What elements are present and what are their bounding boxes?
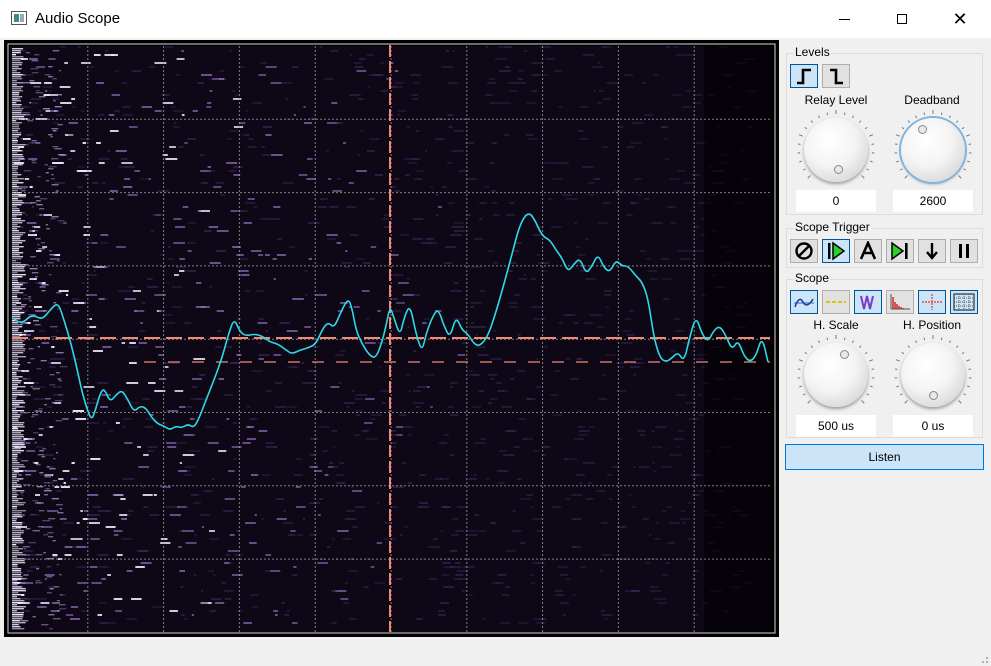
scope-canvas[interactable] xyxy=(4,40,779,637)
spectrum-mode-button[interactable] xyxy=(886,290,914,314)
scope-trigger-title: Scope Trigger xyxy=(794,220,871,234)
control-panel: Levels Relay Level 0 Deadband 2600 Scope… xyxy=(779,40,991,640)
letter-a-icon xyxy=(859,241,877,260)
falling-edge-icon xyxy=(830,68,843,85)
grid-icon xyxy=(953,293,975,311)
trigger-off-button[interactable] xyxy=(790,239,818,263)
scope-title: Scope xyxy=(794,271,831,285)
h-scale-label: H. Scale xyxy=(813,318,859,332)
maximize-button[interactable] xyxy=(873,0,931,38)
minimize-button[interactable] xyxy=(815,0,873,38)
h-scale-knob-indicator xyxy=(840,350,849,359)
falling-edge-button[interactable] xyxy=(822,64,850,88)
close-icon: ✕ xyxy=(952,9,968,29)
h-scale-value[interactable]: 500 us xyxy=(796,415,876,437)
waveform-mode-button[interactable] xyxy=(790,290,818,314)
trigger-single-button[interactable] xyxy=(886,239,914,263)
app-icon xyxy=(11,11,27,25)
trigger-auto-button[interactable] xyxy=(854,239,882,263)
no-symbol-icon xyxy=(795,242,813,260)
title-bar: Audio Scope ✕ xyxy=(0,0,991,38)
waterfall-mode-button[interactable] xyxy=(854,290,882,314)
crosshair-icon xyxy=(922,294,942,310)
deadband-value[interactable]: 2600 xyxy=(893,190,973,212)
trigger-line-icon xyxy=(826,301,846,303)
trigger-line-mode-button[interactable] xyxy=(822,290,850,314)
play-bar-icon xyxy=(828,241,846,261)
trigger-normal-button[interactable] xyxy=(822,239,850,263)
listen-button[interactable]: Listen xyxy=(785,444,984,470)
h-position-label: H. Position xyxy=(902,318,962,332)
spectrum-icon xyxy=(890,294,910,310)
relay-level-knob-indicator xyxy=(834,165,843,174)
resize-grip-icon[interactable] xyxy=(979,654,989,664)
deadband-label: Deadband xyxy=(904,93,960,107)
trigger-pause-button[interactable] xyxy=(950,239,978,263)
h-position-knob-indicator xyxy=(929,391,938,400)
close-button[interactable]: ✕ xyxy=(931,0,989,38)
deadband-knob[interactable] xyxy=(901,118,965,182)
deadband-knob-indicator xyxy=(918,125,927,134)
h-position-knob[interactable] xyxy=(901,343,965,407)
window-title: Audio Scope xyxy=(35,10,121,27)
levels-title: Levels xyxy=(794,45,831,59)
relay-level-value[interactable]: 0 xyxy=(796,190,876,212)
waveform-icon xyxy=(794,298,814,308)
play-end-icon xyxy=(891,241,908,261)
maximize-icon xyxy=(897,14,907,24)
rising-edge-button[interactable] xyxy=(790,64,818,88)
relay-level-label: Relay Level xyxy=(804,93,868,107)
h-scale-knob[interactable] xyxy=(804,343,868,407)
relay-level-knob[interactable] xyxy=(804,118,868,182)
arrow-down-icon xyxy=(926,243,938,260)
crosshair-mode-button[interactable] xyxy=(918,290,946,314)
rising-edge-icon xyxy=(797,68,811,85)
scope-display[interactable] xyxy=(4,40,779,637)
pause-icon xyxy=(959,244,969,258)
h-position-value[interactable]: 0 us xyxy=(893,415,973,437)
minimize-icon xyxy=(838,18,850,20)
waterfall-icon xyxy=(860,295,874,310)
trigger-down-button[interactable] xyxy=(918,239,946,263)
grid-mode-button[interactable] xyxy=(950,290,978,314)
